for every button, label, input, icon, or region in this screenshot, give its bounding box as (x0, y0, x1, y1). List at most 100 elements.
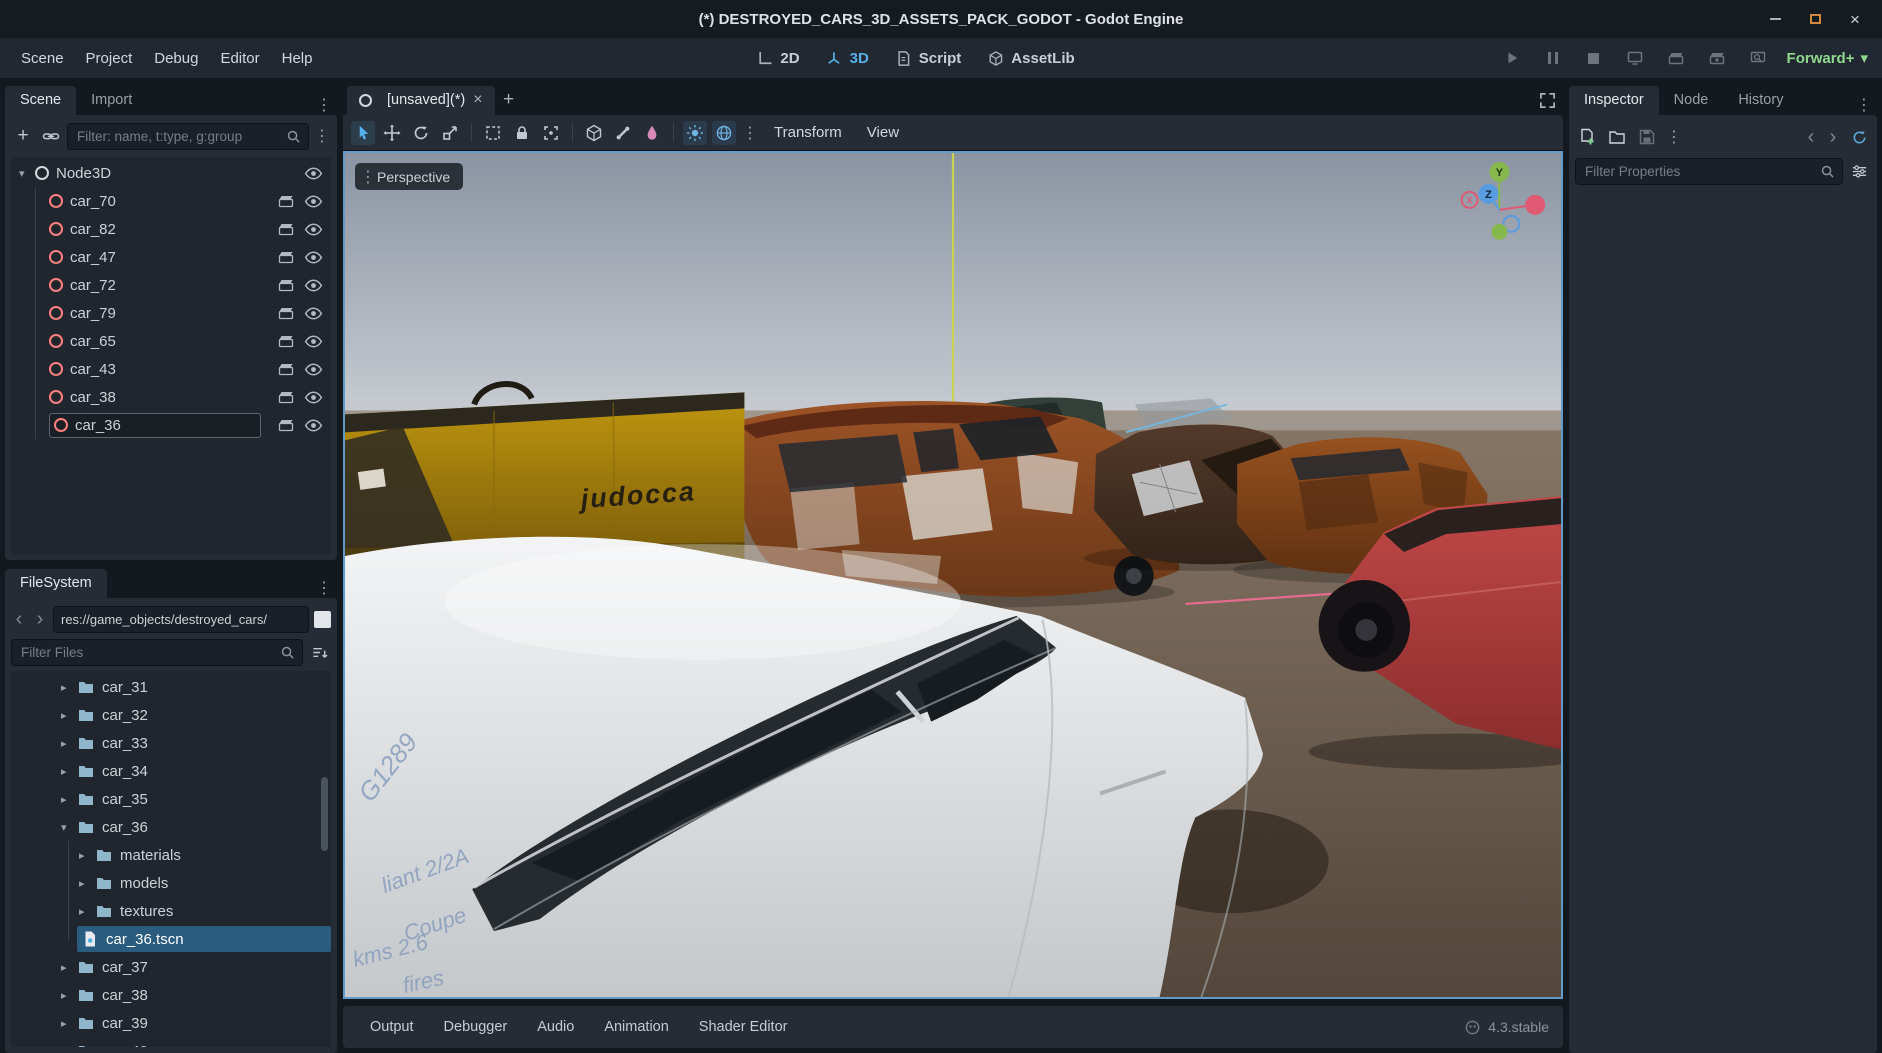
new-resource-button[interactable] (1575, 125, 1599, 149)
debugger-button[interactable]: Debugger (431, 1012, 521, 1042)
stop-button[interactable] (1582, 46, 1606, 70)
new-scene-tab-button[interactable]: + (495, 89, 523, 115)
tree-row[interactable]: car_79 (11, 299, 331, 327)
animation-button[interactable]: Animation (591, 1012, 681, 1042)
local-space-toggle[interactable] (582, 121, 606, 145)
scene-dock-menu-icon[interactable]: ⋮ (315, 95, 333, 115)
view-menu[interactable]: View (857, 119, 909, 146)
save-resource-button[interactable] (1635, 125, 1659, 149)
load-resource-button[interactable] (1605, 125, 1629, 149)
scrollbar-thumb[interactable] (321, 777, 328, 851)
scene-tree-menu-icon[interactable]: ⋮ (313, 126, 331, 146)
visibility-eye-icon[interactable] (304, 164, 323, 183)
chevron-right-icon[interactable]: ▸ (61, 961, 77, 974)
workspace-assetlib-button[interactable]: AssetLib (987, 50, 1075, 67)
distraction-free-button[interactable] (1535, 88, 1559, 112)
workspace-3d-button[interactable]: 3D (826, 50, 869, 67)
inspector-menu-icon[interactable]: ⋮ (1855, 95, 1873, 115)
audio-button[interactable]: Audio (524, 1012, 587, 1042)
tree-row[interactable]: car_47 (11, 243, 331, 271)
visibility-eye-icon[interactable] (304, 304, 323, 323)
scale-tool-button[interactable] (438, 121, 462, 145)
chevron-right-icon[interactable]: ▸ (61, 681, 77, 694)
screen-settings-button[interactable] (1746, 46, 1770, 70)
chevron-right-icon[interactable]: ▸ (79, 877, 95, 890)
tree-row[interactable]: car_38 (11, 383, 331, 411)
tree-row-root[interactable]: ▾ Node3D (11, 159, 331, 187)
output-button[interactable]: Output (357, 1012, 427, 1042)
add-node-button[interactable]: + (11, 124, 35, 148)
chevron-right-icon[interactable]: ▸ (61, 793, 77, 806)
scene-instance-icon[interactable] (277, 332, 295, 350)
group-button[interactable] (539, 121, 563, 145)
box-select-tool-button[interactable] (481, 121, 505, 145)
scene-instance-icon[interactable] (277, 220, 295, 238)
split-mode-button[interactable] (314, 610, 331, 628)
scene-instance-icon[interactable] (277, 192, 295, 210)
sort-files-button[interactable] (307, 640, 331, 664)
scene-tab-unsaved[interactable]: [unsaved](*) × (347, 86, 495, 115)
workspace-script-button[interactable]: Script (895, 50, 961, 67)
workspace-2d-button[interactable]: 2D (756, 50, 800, 67)
preview-environment-toggle[interactable] (712, 120, 736, 145)
path-field[interactable] (53, 605, 309, 633)
visibility-eye-icon[interactable] (304, 220, 323, 239)
property-tools-icon[interactable] (1847, 159, 1871, 183)
fs-folder-row-expanded[interactable]: ▾ car_36 (11, 813, 331, 841)
rotate-tool-button[interactable] (409, 121, 433, 145)
viewport-menu-icon[interactable]: ⋮ (741, 123, 759, 143)
menu-project[interactable]: Project (75, 43, 144, 74)
visibility-eye-icon[interactable] (304, 192, 323, 211)
preview-sunlight-toggle[interactable] (683, 120, 707, 145)
fs-file-row-selected[interactable]: car_36.tscn (11, 925, 331, 953)
fs-folder-row[interactable]: ▸ car_32 (11, 701, 331, 729)
visibility-eye-icon[interactable] (304, 360, 323, 379)
select-tool-button[interactable] (351, 120, 375, 145)
close-button[interactable]: × (1846, 10, 1864, 28)
movie-writer-button[interactable] (1705, 46, 1729, 70)
tab-node[interactable]: Node (1659, 86, 1724, 115)
shader-editor-button[interactable]: Shader Editor (686, 1012, 801, 1042)
pause-button[interactable] (1541, 46, 1565, 70)
fs-folder-row[interactable]: ▸ materials (11, 841, 331, 869)
inspector-forward-button[interactable]: › (1825, 127, 1841, 147)
tab-scene[interactable]: Scene (5, 86, 77, 115)
chevron-right-icon[interactable]: ▸ (61, 989, 77, 1002)
menu-help[interactable]: Help (271, 43, 324, 74)
tab-history[interactable]: History (1723, 86, 1798, 115)
chevron-right-icon[interactable]: ▸ (61, 1045, 77, 1048)
chevron-down-icon[interactable]: ▾ (19, 167, 35, 180)
skeleton-icon[interactable] (611, 121, 635, 145)
tree-row[interactable]: car_65 (11, 327, 331, 355)
chevron-down-icon[interactable]: ▾ (61, 821, 77, 834)
chevron-right-icon[interactable]: ▸ (61, 737, 77, 750)
tree-row-selected[interactable]: car_36 (11, 411, 331, 439)
fs-folder-row[interactable]: ▸ car_39 (11, 1009, 331, 1037)
version-info[interactable]: 4.3.stable (1464, 1019, 1549, 1036)
tree-row[interactable]: car_82 (11, 215, 331, 243)
lock-button[interactable] (510, 121, 534, 145)
scene-instance-icon[interactable] (277, 248, 295, 266)
renderer-select[interactable]: Forward+ ▾ (1787, 49, 1872, 68)
fs-folder-row[interactable]: ▸ car_33 (11, 729, 331, 757)
menu-scene[interactable]: Scene (10, 43, 75, 74)
tab-import[interactable]: Import (76, 86, 147, 115)
visibility-eye-icon[interactable] (304, 332, 323, 351)
scene-instance-icon[interactable] (277, 276, 295, 294)
filesystem-menu-icon[interactable]: ⋮ (315, 578, 333, 598)
chevron-right-icon[interactable]: ▸ (61, 765, 77, 778)
chevron-right-icon[interactable]: ▸ (79, 905, 95, 918)
menu-debug[interactable]: Debug (143, 43, 209, 74)
scene-instance-icon[interactable] (277, 304, 295, 322)
viewport-3d[interactable]: judocca G1289 liant 2/2A Coupe kms 2.6 f… (343, 151, 1563, 999)
remote-deploy-button[interactable] (1623, 46, 1647, 70)
fs-folder-row[interactable]: ▸ car_31 (11, 673, 331, 701)
fs-folder-row[interactable]: ▸ car_34 (11, 757, 331, 785)
node-rename-box[interactable]: car_36 (49, 412, 261, 438)
title-bar[interactable]: (*) DESTROYED_CARS_3D_ASSETS_PACK_GODOT … (0, 0, 1882, 38)
tab-filesystem[interactable]: FileSystem (5, 569, 107, 598)
scene-filter-input[interactable] (75, 127, 280, 145)
scene-instance-icon[interactable] (277, 388, 295, 406)
history-forward-button[interactable]: › (32, 609, 48, 629)
inspector-back-button[interactable]: ‹ (1803, 127, 1819, 147)
